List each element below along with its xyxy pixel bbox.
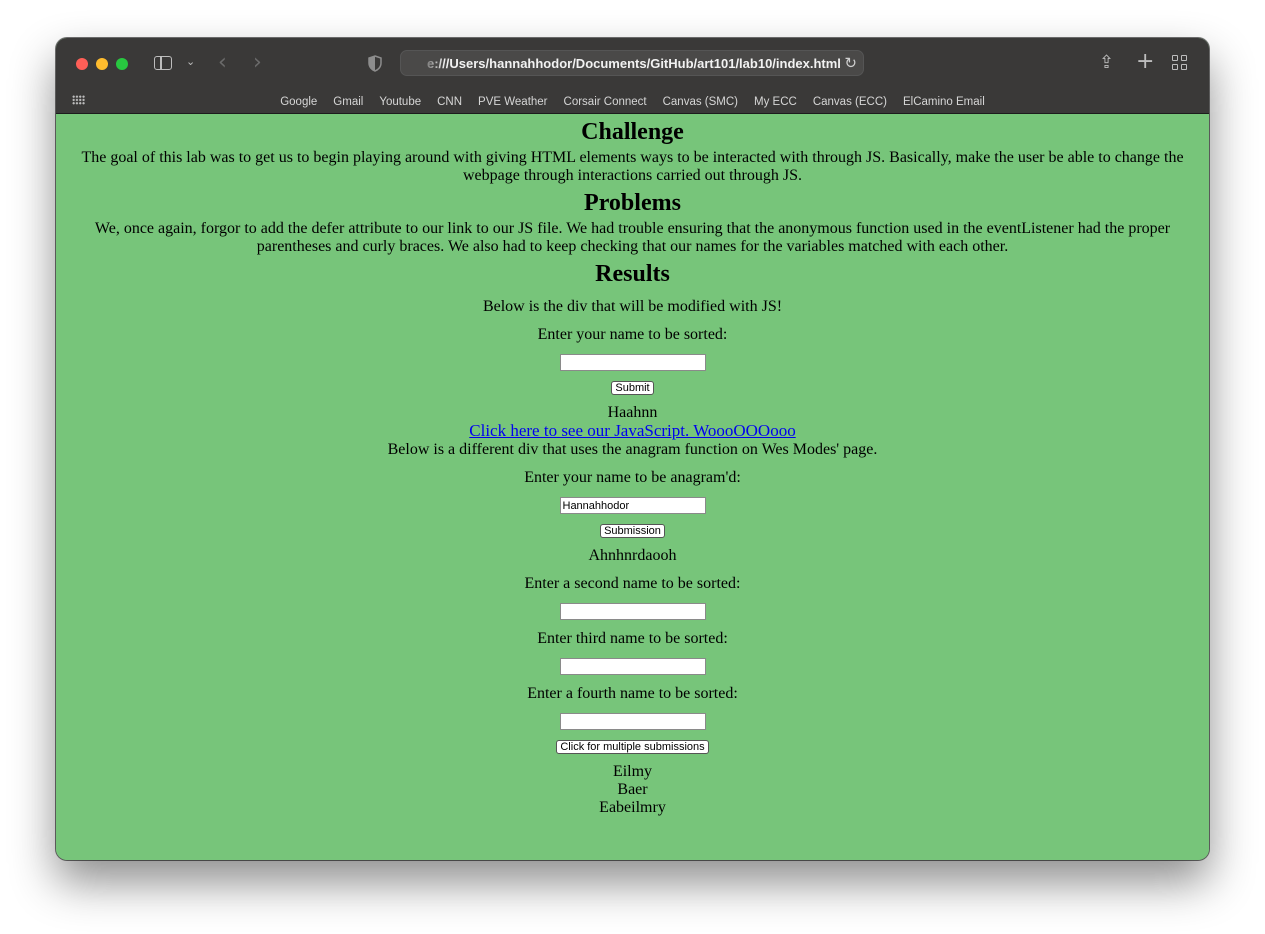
minimize-window-button[interactable] (96, 58, 108, 70)
submission-button[interactable]: Submission (600, 524, 665, 538)
bookmark-item[interactable]: PVE Weather (478, 96, 547, 108)
privacy-shield-icon[interactable] (368, 55, 382, 72)
third-name-input[interactable] (559, 658, 706, 675)
page-content: Challenge The goal of this lab was to ge… (56, 114, 1209, 860)
fourth-name-label: Enter a fourth name to be sorted: (527, 685, 738, 702)
bookmark-item[interactable]: Gmail (333, 96, 363, 108)
url-text: e:///Users/hannahhodor/Documents/GitHub/… (427, 56, 841, 71)
fourth-name-input[interactable] (559, 713, 706, 730)
sort-output: Haahnn (607, 404, 658, 421)
browser-toolbar: ⌄ ‹ › e:///Users/hannahhodor/Documents/G… (56, 38, 1209, 90)
problems-text: We, once again, forgor to add the defer … (94, 220, 1171, 255)
new-tab-icon[interactable]: + (1136, 49, 1154, 74)
multi-output-3: Eabeilmry (599, 799, 666, 816)
anagram-name-input[interactable] (559, 497, 706, 514)
address-bar[interactable]: e:///Users/hannahhodor/Documents/GitHub/… (400, 50, 864, 76)
bookmark-item[interactable]: Canvas (ECC) (813, 96, 887, 108)
sidebar-toggle-icon[interactable] (154, 56, 172, 70)
multi-output-2: Baer (617, 781, 648, 798)
bookmark-item[interactable]: Youtube (379, 96, 421, 108)
forward-icon[interactable]: › (253, 50, 262, 75)
bookmarks-bar: Google Gmail Youtube CNN PVE Weather Corsair … (56, 90, 1209, 114)
results-heading: Results (595, 261, 670, 287)
reload-icon[interactable]: ↻ (844, 54, 857, 72)
sort-label: Enter your name to be sorted: (537, 326, 728, 343)
second-name-label: Enter a second name to be sorted: (524, 575, 741, 592)
tab-overview-icon[interactable] (1172, 55, 1188, 71)
challenge-text: The goal of this lab was to get us to be… (81, 149, 1184, 184)
multi-output-1: Eilmy (612, 763, 653, 780)
close-window-button[interactable] (76, 58, 88, 70)
bookmark-item[interactable]: ElCamino Email (903, 96, 985, 108)
anagram-output: Ahnhnrdaooh (588, 547, 677, 564)
chevron-down-icon[interactable]: ⌄ (186, 55, 195, 68)
bookmark-list: Google Gmail Youtube CNN PVE Weather Corsair … (56, 90, 1209, 113)
bookmark-item[interactable]: CNN (437, 96, 462, 108)
sort-name-input[interactable] (559, 354, 706, 371)
submit-button[interactable]: Submit (611, 381, 654, 395)
javascript-link[interactable]: Click here to see our JavaScript. WoooOO… (469, 421, 795, 440)
bookmark-item[interactable]: Google (280, 96, 317, 108)
intro-text: Below is the div that will be modified w… (482, 298, 783, 315)
zoom-window-button[interactable] (116, 58, 128, 70)
anagram-label: Enter your name to be anagram'd: (524, 469, 741, 486)
bookmark-item[interactable]: Canvas (SMC) (663, 96, 738, 108)
second-name-input[interactable] (559, 603, 706, 620)
bookmark-item[interactable]: My ECC (754, 96, 797, 108)
challenge-heading: Challenge (581, 119, 684, 145)
anagram-intro: Below is a different div that uses the a… (387, 441, 878, 458)
browser-window: ⌄ ‹ › e:///Users/hannahhodor/Documents/G… (56, 38, 1209, 860)
url-fade (419, 56, 445, 72)
bookmark-item[interactable]: Corsair Connect (564, 96, 647, 108)
share-icon[interactable]: ⇪ (1099, 52, 1114, 73)
problems-heading: Problems (584, 190, 681, 216)
third-name-label: Enter third name to be sorted: (537, 630, 728, 647)
multiple-submissions-button[interactable]: Click for multiple submissions (556, 740, 709, 754)
back-icon[interactable]: ‹ (218, 50, 227, 75)
